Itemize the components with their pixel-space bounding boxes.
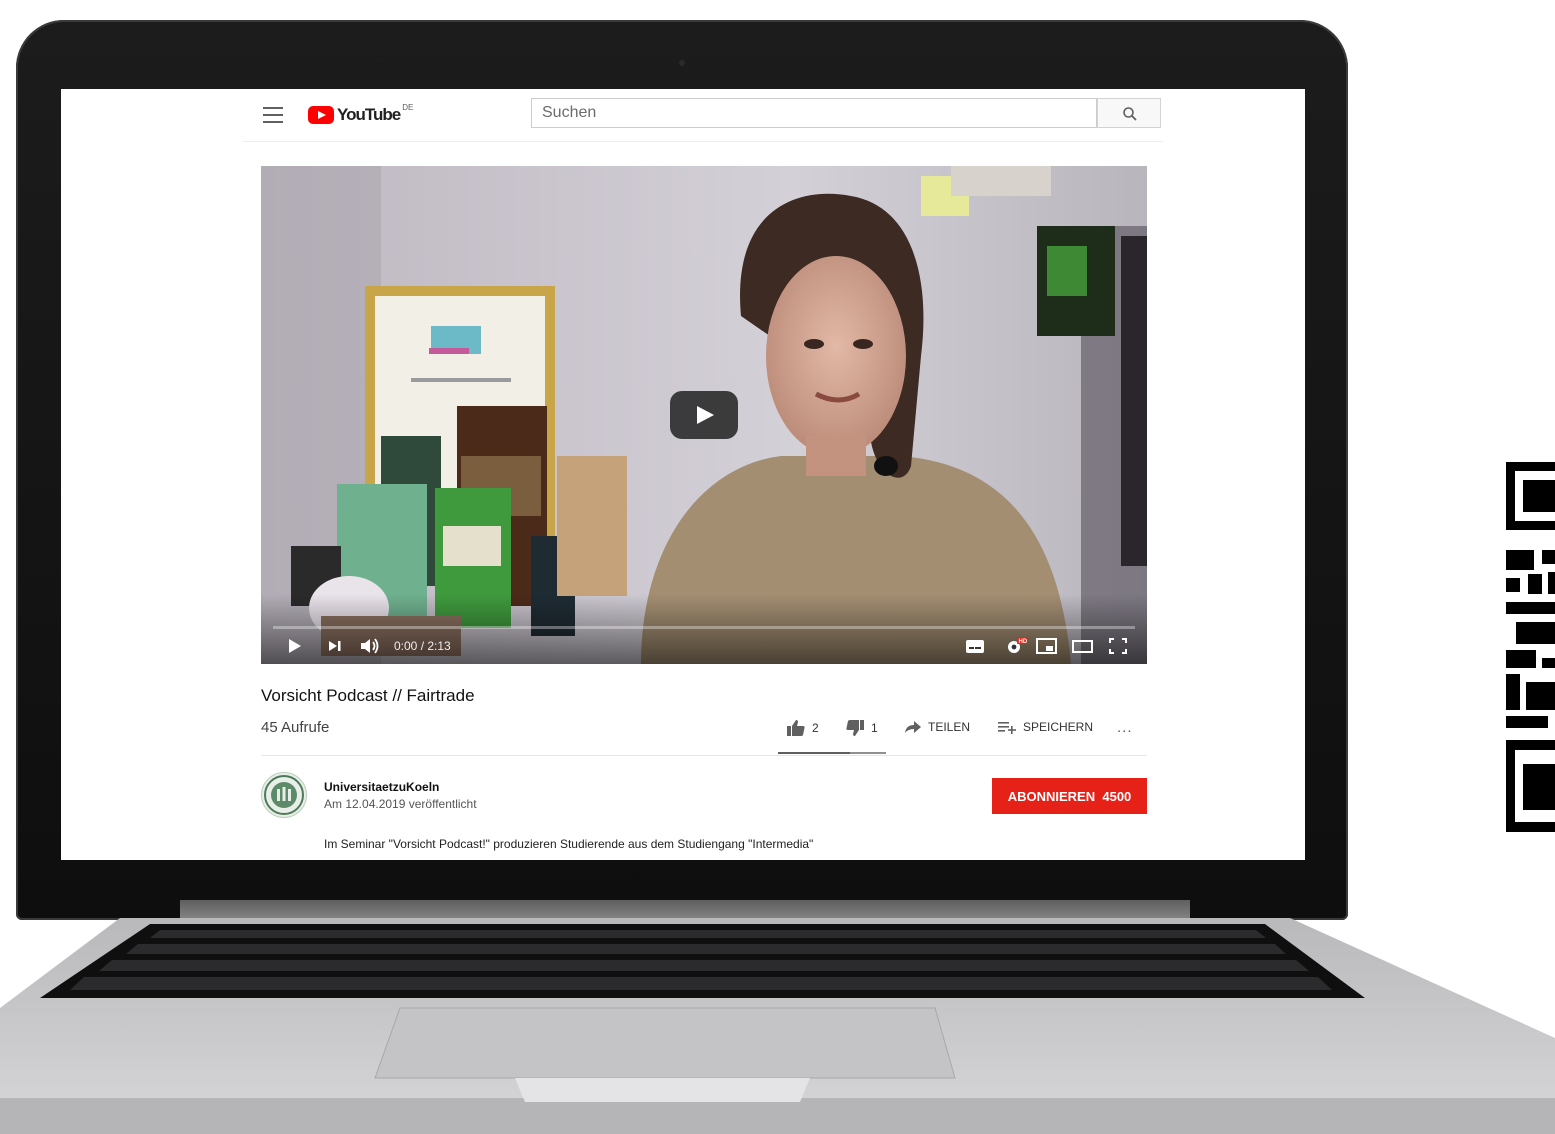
subscriber-count: 4500 <box>1102 788 1132 804</box>
logo-text: YouTube <box>337 105 401 124</box>
masthead: YouTube DE <box>243 89 1163 142</box>
divider <box>261 755 1147 756</box>
sentiment-like-fill <box>778 752 851 754</box>
save-label: SPEICHERN <box>1023 720 1094 734</box>
channel-avatar[interactable] <box>261 772 307 818</box>
laptop-screen: YouTube DE Suchen 0:00 / 2:13 HD Vorsich… <box>61 89 1305 860</box>
like-count: 2 <box>812 721 819 735</box>
dislike-count: 1 <box>871 721 878 735</box>
big-play-button[interactable] <box>670 391 738 439</box>
thumbs-up-icon <box>787 720 805 736</box>
subtitles-icon[interactable] <box>965 636 985 656</box>
volume-icon[interactable] <box>359 636 381 656</box>
youtube-logo[interactable]: YouTube DE <box>308 102 414 126</box>
subscribe-button[interactable]: ABONNIEREN 4500 <box>992 778 1147 814</box>
play-icon[interactable] <box>287 636 303 656</box>
progress-bar[interactable] <box>273 626 1135 629</box>
miniplayer-icon[interactable] <box>1035 636 1059 656</box>
add-to-playlist-icon <box>998 722 1016 734</box>
country-code: DE <box>402 102 414 112</box>
share-arrow-icon <box>905 721 921 733</box>
next-icon[interactable] <box>327 636 343 656</box>
video-player[interactable]: 0:00 / 2:13 HD <box>261 166 1147 664</box>
share-label: TEILEN <box>928 720 971 734</box>
save-button[interactable]: SPEICHERN <box>997 719 1093 735</box>
more-actions-button[interactable]: ... <box>1117 719 1133 736</box>
subscribe-label: ABONNIEREN <box>1007 788 1096 804</box>
settings-icon[interactable]: HD <box>1005 636 1029 656</box>
like-button[interactable]: 2 <box>786 719 819 737</box>
more-dots-icon: ... <box>1117 719 1133 736</box>
time-display: 0:00 / 2:13 <box>394 639 451 653</box>
search-icon <box>1123 107 1137 121</box>
publish-date: Am 12.04.2019 veröffentlicht <box>324 797 477 811</box>
dislike-button[interactable]: 1 <box>845 719 878 737</box>
fullscreen-icon[interactable] <box>1107 636 1129 656</box>
youtube-play-logo-icon <box>308 106 334 124</box>
qr-code <box>1506 462 1555 832</box>
video-description: Im Seminar "Vorsicht Podcast!" produzier… <box>324 837 814 851</box>
search-button[interactable] <box>1097 98 1161 128</box>
search-input[interactable] <box>531 98 1097 128</box>
view-count: 45 Aufrufe <box>261 719 330 736</box>
laptop-keyboard-deck <box>0 918 1555 1134</box>
share-button[interactable]: TEILEN <box>904 719 970 735</box>
hamburger-menu-icon[interactable] <box>263 107 283 123</box>
channel-name[interactable]: UniversitaetzuKoeln <box>324 780 439 794</box>
thumbs-down-icon <box>846 720 864 736</box>
theater-mode-icon[interactable] <box>1071 636 1095 656</box>
university-seal-icon <box>264 775 304 815</box>
sentiment-bar <box>778 752 886 754</box>
video-title: Vorsicht Podcast // Fairtrade <box>261 686 475 705</box>
keyboard-illustration <box>0 918 1555 1134</box>
hd-badge: HD <box>1019 639 1028 645</box>
webcam <box>679 60 685 66</box>
